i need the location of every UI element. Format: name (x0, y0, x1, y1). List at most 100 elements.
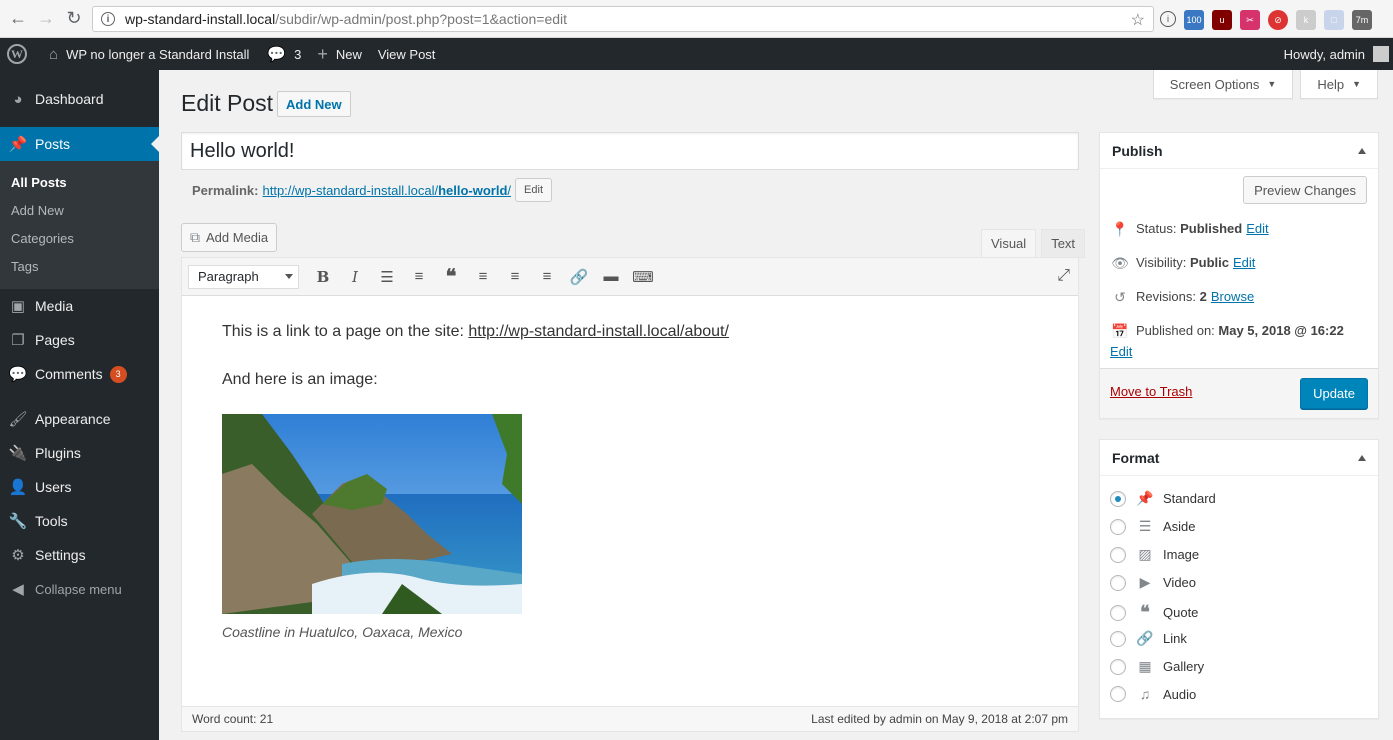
browse-revisions-link[interactable]: Browse (1211, 289, 1254, 304)
numbered-list-icon[interactable]: ≡ (403, 262, 435, 292)
sidebar-item-dashboard[interactable]: ◕ Dashboard (0, 82, 159, 116)
read-more-icon[interactable]: ▬ (595, 262, 627, 292)
format-option-image[interactable]: ▨ Image (1110, 546, 1199, 563)
extension-info-icon[interactable]: i (1160, 11, 1176, 27)
radio-button[interactable] (1110, 546, 1126, 563)
pin-status-icon: 📍 (1111, 221, 1129, 237)
tab-visual[interactable]: Visual (981, 229, 1037, 258)
radio-button[interactable] (1110, 518, 1126, 535)
sidebar-item-plugins[interactable]: 🔌 Plugins (0, 436, 159, 470)
update-button[interactable]: Update (1300, 378, 1368, 409)
sidebar-item-appearance[interactable]: 🖌 Appearance (0, 402, 159, 436)
bookmark-star-icon[interactable]: ☆ (1131, 10, 1145, 30)
collapse-menu-button[interactable]: ◀ Collapse menu (0, 572, 159, 606)
collapse-toggle-icon[interactable] (1358, 147, 1366, 154)
wp-logo-menu[interactable]: W (0, 38, 41, 70)
sidebar-item-users[interactable]: 👤 Users (0, 470, 159, 504)
preview-changes-button[interactable]: Preview Changes (1243, 176, 1367, 204)
revisions-row: ↺ Revisions: 2 Browse (1110, 289, 1254, 306)
radio-button[interactable] (1110, 490, 1126, 507)
forward-icon[interactable]: → (32, 5, 60, 33)
editor-content[interactable]: This is a link to a page on the site: ht… (182, 296, 1078, 667)
info-icon[interactable]: i (101, 12, 115, 26)
settings-sliders-icon: ⚙ (11, 547, 25, 564)
format-box-header[interactable]: Format (1100, 440, 1378, 476)
comments-count: 3 (294, 46, 302, 62)
reload-icon[interactable]: ↻ (60, 5, 88, 33)
submenu-tags[interactable]: Tags (0, 252, 159, 280)
screen-meta-links: Screen Options ▼ Help ▼ (1152, 70, 1378, 99)
post-editor: Paragraph B I ☰ ≡ ❝ ≡ ≡ ≡ 🔗 ▬ ⌨ ⤢ This i… (181, 257, 1079, 732)
fullscreen-icon[interactable]: ⤢ (1057, 267, 1070, 285)
permalink-edit-button[interactable]: Edit (515, 178, 553, 202)
toolbar-toggle-icon[interactable]: ⌨ (627, 262, 659, 292)
format-option-standard[interactable]: 📌 Standard (1110, 490, 1216, 507)
sidebar-item-label: Settings (35, 547, 86, 563)
format-option-quote[interactable]: ❝ Quote (1110, 602, 1198, 623)
account-menu[interactable]: Howdy, admin (1284, 38, 1393, 70)
sidebar-item-posts[interactable]: 📌 Posts (0, 127, 159, 161)
publish-box-header[interactable]: Publish (1100, 133, 1378, 169)
content-paragraph: And here is an image: (222, 371, 378, 388)
format-option-label: Video (1163, 575, 1197, 590)
coastline-image[interactable] (222, 414, 522, 614)
format-option-link[interactable]: 🔗 Link (1110, 630, 1187, 647)
move-to-trash-link[interactable]: Move to Trash (1110, 384, 1192, 399)
format-option-video[interactable]: ▶ Video (1110, 574, 1196, 591)
blockquote-icon[interactable]: ❝ (435, 262, 467, 292)
extension-timer-icon[interactable]: 7m (1352, 10, 1372, 30)
sidebar-item-comments[interactable]: 💬 Comments 3 (0, 357, 159, 391)
screen-options-label: Screen Options (1169, 76, 1260, 92)
extension-gray-icon[interactable]: k (1296, 10, 1316, 30)
radio-button[interactable] (1110, 686, 1126, 702)
link-icon[interactable]: 🔗 (563, 262, 595, 292)
align-center-icon[interactable]: ≡ (499, 262, 531, 292)
published-edit-link[interactable]: Edit (1110, 344, 1132, 359)
site-name-link[interactable]: ⌂ WP no longer a Standard Install (41, 38, 257, 70)
radio-button[interactable] (1110, 630, 1126, 647)
format-option-gallery[interactable]: ▦ Gallery (1110, 658, 1204, 675)
extension-tool-icon[interactable]: ✂ (1240, 10, 1260, 30)
radio-button[interactable] (1110, 574, 1126, 591)
add-new-button[interactable]: Add New (277, 91, 351, 117)
back-icon[interactable]: ← (4, 5, 32, 33)
format-box: Format 📌 Standard ☰ Aside ▨ Image ▶ Vide… (1099, 439, 1379, 719)
sidebar-item-pages[interactable]: ❐ Pages (0, 323, 159, 357)
format-option-audio[interactable]: ♫ Audio (1110, 686, 1196, 702)
radio-button[interactable] (1110, 604, 1126, 621)
collapse-toggle-icon[interactable] (1358, 454, 1366, 461)
new-content-menu[interactable]: + New (309, 38, 370, 70)
submenu-all-posts[interactable]: All Posts (0, 168, 159, 196)
radio-button[interactable] (1110, 658, 1126, 675)
help-button[interactable]: Help ▼ (1300, 70, 1378, 99)
sidebar-item-tools[interactable]: 🔧 Tools (0, 504, 159, 538)
align-left-icon[interactable]: ≡ (467, 262, 499, 292)
screen-options-button[interactable]: Screen Options ▼ (1152, 70, 1294, 99)
italic-icon[interactable]: I (339, 262, 371, 292)
tab-text[interactable]: Text (1041, 229, 1086, 258)
content-link[interactable]: http://wp-standard-install.local/about/ (468, 323, 729, 340)
visibility-edit-link[interactable]: Edit (1233, 255, 1255, 270)
view-post-link[interactable]: View Post (370, 38, 444, 70)
bold-icon[interactable]: B (307, 262, 339, 292)
post-title-input[interactable]: Hello world! (181, 132, 1079, 170)
format-option-aside[interactable]: ☰ Aside (1110, 518, 1196, 535)
comments-link[interactable]: 💬 3 (259, 38, 309, 70)
permalink-link[interactable]: http://wp-standard-install.local/hello-w… (262, 183, 511, 198)
extension-block-icon[interactable]: ⊘ (1268, 10, 1288, 30)
submenu-add-new[interactable]: Add New (0, 196, 159, 224)
sidebar-item-settings[interactable]: ⚙ Settings (0, 538, 159, 572)
submenu-categories[interactable]: Categories (0, 224, 159, 252)
sidebar-item-media[interactable]: ▣ Media (0, 289, 159, 323)
extension-doc-icon[interactable]: □ (1324, 10, 1344, 30)
bullet-list-icon[interactable]: ☰ (371, 262, 403, 292)
status-edit-link[interactable]: Edit (1246, 221, 1268, 236)
extension-counter-icon[interactable]: 100 (1184, 10, 1204, 30)
ublock-icon[interactable]: u (1212, 10, 1232, 30)
align-right-icon[interactable]: ≡ (531, 262, 563, 292)
add-media-label: Add Media (206, 230, 269, 245)
format-option-label: Audio (1163, 686, 1197, 702)
add-media-button[interactable]: ⧉ Add Media (181, 223, 278, 252)
format-select[interactable]: Paragraph (188, 264, 299, 289)
address-bar[interactable]: i wp-standard-install.local/subdir/wp-ad… (92, 6, 1154, 32)
